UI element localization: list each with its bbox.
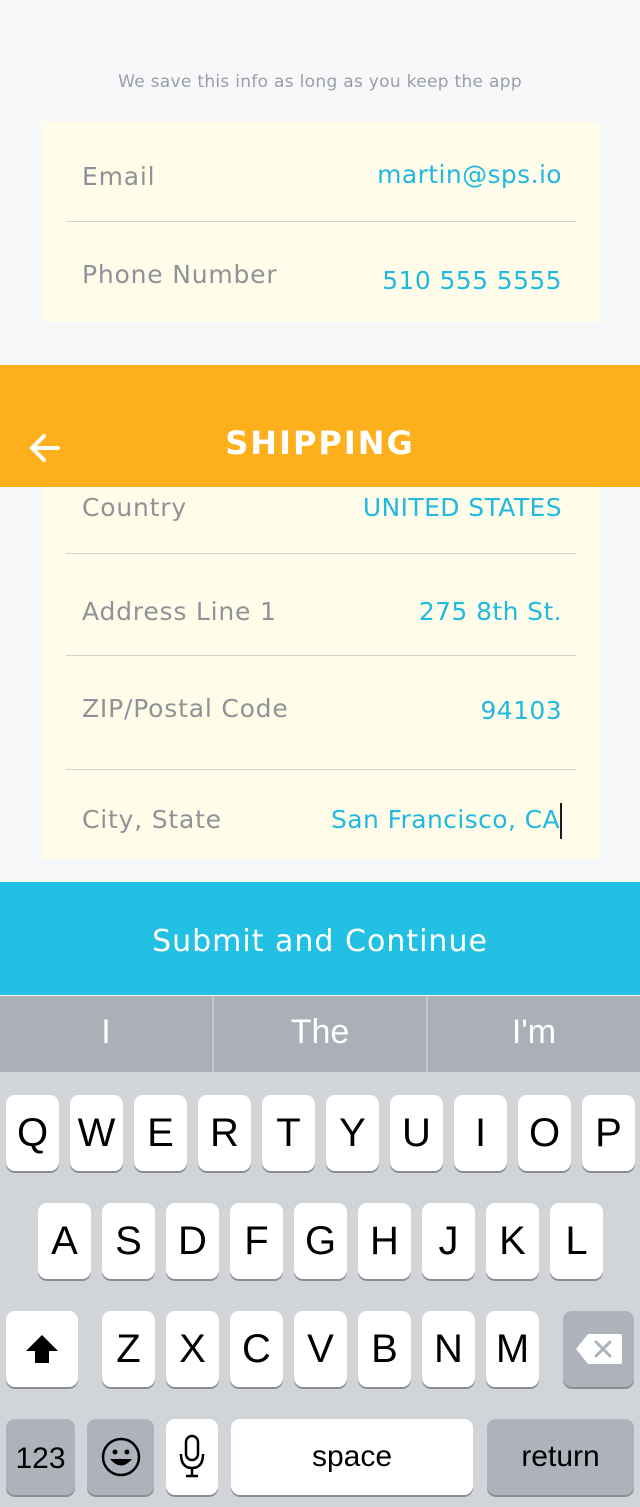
shipping-header: SHIPPING xyxy=(0,365,640,487)
key-s[interactable]: S xyxy=(102,1203,155,1279)
suggestion-2[interactable]: The xyxy=(214,996,426,1072)
divider xyxy=(66,221,576,222)
key-a[interactable]: A xyxy=(38,1203,91,1279)
key-z[interactable]: Z xyxy=(102,1311,155,1387)
key-n[interactable]: N xyxy=(422,1311,475,1387)
info-note: We save this info as long as you keep th… xyxy=(118,72,522,92)
key-f[interactable]: F xyxy=(230,1203,283,1279)
city-field[interactable]: San Francisco, CA xyxy=(331,803,562,839)
email-field[interactable]: martin@sps.io xyxy=(377,160,562,189)
city-value: San Francisco, CA xyxy=(331,805,560,834)
divider xyxy=(66,553,576,554)
divider xyxy=(66,769,576,770)
text-cursor xyxy=(560,803,562,839)
contact-card: Email martin@sps.io Phone Number 510 555… xyxy=(42,122,600,322)
phone-field[interactable]: 510 555 5555 xyxy=(382,266,562,295)
country-label: Country xyxy=(82,493,187,522)
key-u[interactable]: U xyxy=(390,1095,443,1171)
suggestion-bar: I The I'm xyxy=(0,996,640,1072)
submit-button[interactable]: Submit and Continue xyxy=(0,882,640,995)
key-m[interactable]: M xyxy=(486,1311,539,1387)
emoji-key[interactable] xyxy=(87,1419,154,1495)
key-t[interactable]: T xyxy=(262,1095,315,1171)
key-y[interactable]: Y xyxy=(326,1095,379,1171)
key-v[interactable]: V xyxy=(294,1311,347,1387)
suggestion-1[interactable]: I xyxy=(0,996,212,1072)
key-i[interactable]: I xyxy=(454,1095,507,1171)
suggestion-3[interactable]: I'm xyxy=(428,996,640,1072)
emoji-icon xyxy=(101,1437,140,1477)
key-c[interactable]: C xyxy=(230,1311,283,1387)
country-select[interactable]: UNITED STATES xyxy=(363,493,562,522)
key-j[interactable]: J xyxy=(422,1203,475,1279)
return-key[interactable]: return xyxy=(487,1419,634,1495)
key-h[interactable]: H xyxy=(358,1203,411,1279)
backspace-icon xyxy=(575,1334,622,1364)
microphone-icon xyxy=(179,1434,205,1478)
zip-label: ZIP/Postal Code xyxy=(82,694,289,723)
key-x[interactable]: X xyxy=(166,1311,219,1387)
email-label: Email xyxy=(82,162,156,191)
key-q[interactable]: Q xyxy=(6,1095,59,1171)
key-b[interactable]: B xyxy=(358,1311,411,1387)
key-o[interactable]: O xyxy=(518,1095,571,1171)
numbers-key[interactable]: 123 xyxy=(6,1419,75,1495)
shift-key[interactable] xyxy=(6,1311,78,1387)
zip-field[interactable]: 94103 xyxy=(480,696,562,725)
keyboard: I The I'm Q W E R T Y U I O P A S D F G … xyxy=(0,996,640,1507)
dictation-key[interactable] xyxy=(166,1419,218,1495)
city-label: City, State xyxy=(82,805,222,834)
shipping-card: Country UNITED STATES Address Line 1 275… xyxy=(42,487,600,859)
phone-label: Phone Number xyxy=(82,260,278,289)
key-e[interactable]: E xyxy=(134,1095,187,1171)
page-title: SHIPPING xyxy=(225,424,415,462)
shift-arrow-icon xyxy=(26,1335,58,1363)
address-field[interactable]: 275 8th St. xyxy=(419,597,562,626)
key-r[interactable]: R xyxy=(198,1095,251,1171)
key-g[interactable]: G xyxy=(294,1203,347,1279)
divider xyxy=(66,655,576,656)
key-p[interactable]: P xyxy=(582,1095,635,1171)
delete-key[interactable] xyxy=(563,1311,634,1387)
address-label: Address Line 1 xyxy=(82,597,277,626)
key-l[interactable]: L xyxy=(550,1203,603,1279)
key-d[interactable]: D xyxy=(166,1203,219,1279)
key-w[interactable]: W xyxy=(70,1095,123,1171)
space-key[interactable]: space xyxy=(231,1419,473,1495)
key-k[interactable]: K xyxy=(486,1203,539,1279)
